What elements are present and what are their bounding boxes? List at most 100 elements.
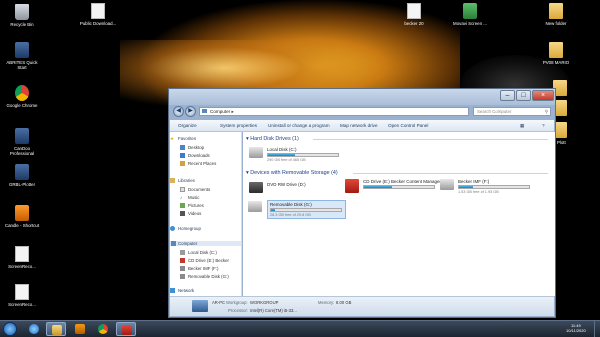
usb-drive-icon bbox=[180, 274, 185, 279]
desktop-icon-grbl-plotter[interactable]: GRBL-Plotter bbox=[2, 164, 42, 187]
chrome-icon bbox=[15, 85, 29, 101]
drive-free-space: 28.3 GB free of 29.8 GB bbox=[270, 213, 311, 217]
usb-drive-icon bbox=[248, 201, 262, 212]
drive-cd-e-becker[interactable]: CD Drive (E:) Becker Content Manager bbox=[345, 179, 448, 193]
nav-desktop[interactable]: Desktop bbox=[180, 145, 204, 150]
desktop-icon-public-downloads[interactable]: Public Download... bbox=[78, 3, 118, 26]
desktop-icon-candoo[interactable]: CanDoo Professional bbox=[2, 128, 42, 156]
minimize-button[interactable]: – bbox=[500, 90, 515, 101]
desktop-icon-new-folder[interactable]: New folder bbox=[536, 3, 576, 26]
group-divider bbox=[353, 173, 548, 174]
documents-icon bbox=[180, 187, 185, 192]
computer-icon bbox=[171, 241, 176, 246]
desktop-icon-pv08-mario[interactable]: PV08 MARIO bbox=[536, 42, 576, 65]
drive-dvd-rw-d[interactable]: DVD RW Drive (D:) bbox=[249, 182, 306, 193]
system-properties-button[interactable]: System properties bbox=[220, 123, 257, 128]
nav-local-disk-c[interactable]: Local Disk (C:) bbox=[180, 250, 217, 255]
usb-drive-icon bbox=[180, 266, 185, 271]
workgroup-label: Workgroup: bbox=[226, 300, 248, 305]
desktop-icon-label: GRBL-Plotter bbox=[8, 182, 36, 187]
drive-free-space: 290 GB free of 465 GB bbox=[267, 158, 306, 162]
nav-documents[interactable]: Documents bbox=[180, 187, 210, 192]
details-pane: AR-PC Workgroup: WORKGROUP Memory: 8.00 … bbox=[170, 296, 554, 316]
search-input[interactable]: Search Computer ⚲ bbox=[473, 107, 551, 116]
start-button[interactable] bbox=[3, 322, 17, 336]
nav-becker-imf-f[interactable]: Becker IMF (F:) bbox=[180, 266, 219, 271]
drive-usage-bar bbox=[267, 153, 339, 157]
nav-recent-places[interactable]: Recent Places bbox=[180, 161, 216, 166]
desktop-icon-label: Google Chrome bbox=[6, 103, 38, 108]
nav-videos[interactable]: Videos bbox=[180, 211, 201, 216]
downloads-icon bbox=[180, 153, 185, 158]
processor-label: Processor: bbox=[228, 308, 249, 313]
drive-name: Local Disk (C:) bbox=[267, 147, 297, 152]
organize-button[interactable]: Organize bbox=[178, 123, 197, 128]
app-icon bbox=[15, 42, 29, 58]
taskbar-becker[interactable] bbox=[116, 322, 136, 336]
star-icon: ★ bbox=[170, 136, 174, 141]
pictures-icon bbox=[180, 203, 185, 208]
drive-local-disk-c[interactable]: Local Disk (C:) 290 GB free of 465 GB bbox=[249, 147, 339, 162]
forward-button[interactable]: ▶ bbox=[185, 106, 196, 117]
desktop-icon-movavi[interactable]: Movavi Screen ... bbox=[450, 3, 490, 26]
system-clock[interactable]: 11:49 10/11/2020 bbox=[566, 323, 586, 333]
nav-computer[interactable]: Computer bbox=[170, 241, 241, 246]
document-icon bbox=[15, 246, 29, 262]
nav-downloads[interactable]: Downloads bbox=[180, 153, 210, 158]
address-bar[interactable]: Computer ▸ bbox=[199, 107, 469, 116]
media-player-icon bbox=[75, 324, 85, 334]
taskbar: 11:49 10/11/2020 bbox=[0, 320, 600, 337]
desktop-icon-recycle-bin[interactable]: Recycle Bin bbox=[2, 4, 42, 27]
nav-removable-disk-g[interactable]: Removable Disk (G:) bbox=[180, 274, 229, 279]
app-icon bbox=[15, 164, 29, 180]
drive-removable-disk-g[interactable]: Removable Disk (G:) 28.3 GB free of 29.8… bbox=[248, 200, 346, 219]
desktop-icon-label: becker 20 bbox=[404, 21, 424, 26]
candle-icon bbox=[15, 205, 29, 221]
view-options-icon[interactable]: ▦ bbox=[520, 123, 524, 129]
drive-becker-imf-f[interactable]: Becker IMF (F:) 1.53 GB free of 1.93 GB bbox=[440, 179, 530, 194]
drive-name: CD Drive (E:) Becker Content Manager bbox=[363, 179, 442, 184]
taskbar-chrome[interactable] bbox=[93, 322, 113, 336]
desktop-icon-screenrecording-1[interactable]: ScreenReco... bbox=[2, 246, 42, 269]
nav-favorites[interactable]: ★ Favorites bbox=[170, 136, 196, 141]
open-control-panel-button[interactable]: Open Control Panel bbox=[388, 123, 428, 128]
uninstall-program-button[interactable]: Uninstall or change a program bbox=[268, 123, 330, 128]
help-icon[interactable]: ? bbox=[542, 123, 545, 128]
nav-pictures[interactable]: Pictures bbox=[180, 203, 204, 208]
navigation-pane: ★ Favorites Desktop Downloads Recent Plac… bbox=[170, 132, 242, 296]
desktop-icon-label: Movavi Screen ... bbox=[453, 21, 487, 26]
taskbar-explorer[interactable] bbox=[46, 322, 66, 336]
desktop-icon-label: Public Download... bbox=[79, 21, 117, 26]
drive-usage-bar bbox=[363, 185, 435, 189]
show-desktop-button[interactable] bbox=[594, 321, 600, 337]
recycle-bin-icon bbox=[15, 4, 29, 20]
command-bar: Organize System properties Uninstall or … bbox=[170, 120, 554, 132]
desktop-icon-screenrecording-2[interactable]: ScreenReco... bbox=[2, 284, 42, 307]
close-button[interactable]: × bbox=[532, 90, 554, 101]
nav-cd-drive-e[interactable]: CD Drive (E:) Becker bbox=[180, 258, 229, 263]
document-icon bbox=[15, 284, 29, 300]
desktop-icon-becker-20[interactable]: becker 20 bbox=[394, 3, 434, 26]
nav-music[interactable]: ♪ Music bbox=[180, 195, 199, 200]
workgroup-value: WORKGROUP bbox=[250, 300, 279, 305]
taskbar-ie[interactable] bbox=[24, 322, 44, 336]
back-button[interactable]: ◀ bbox=[173, 106, 184, 117]
maximize-button[interactable]: □ bbox=[516, 90, 531, 101]
content-pane: ▾ Hard Disk Drives (1) Local Disk (C:) 2… bbox=[243, 132, 555, 296]
memory-value: 8.00 GB bbox=[336, 300, 352, 305]
address-text: Computer bbox=[210, 109, 231, 114]
group-hard-disk-drives[interactable]: ▾ Hard Disk Drives (1) bbox=[246, 136, 299, 142]
title-bar[interactable]: – □ × bbox=[169, 89, 555, 105]
nav-homegroup[interactable]: Homegroup bbox=[170, 226, 201, 231]
music-icon: ♪ bbox=[180, 195, 183, 200]
group-removable-storage[interactable]: ▾ Devices with Removable Storage (4) bbox=[246, 170, 338, 176]
map-network-drive-button[interactable]: Map network drive bbox=[340, 123, 378, 128]
internet-explorer-icon bbox=[29, 324, 39, 334]
desktop-icon-candle[interactable]: Candle - Shortcut bbox=[2, 205, 42, 228]
desktop-icon-abrites[interactable]: ABRITES Quick Start bbox=[2, 42, 42, 70]
nav-libraries[interactable]: Libraries bbox=[170, 178, 195, 183]
nav-network[interactable]: Network bbox=[170, 288, 194, 293]
desktop-icon-chrome[interactable]: Google Chrome bbox=[2, 85, 42, 108]
usb-drive-icon bbox=[440, 179, 454, 190]
taskbar-media[interactable] bbox=[70, 322, 90, 336]
